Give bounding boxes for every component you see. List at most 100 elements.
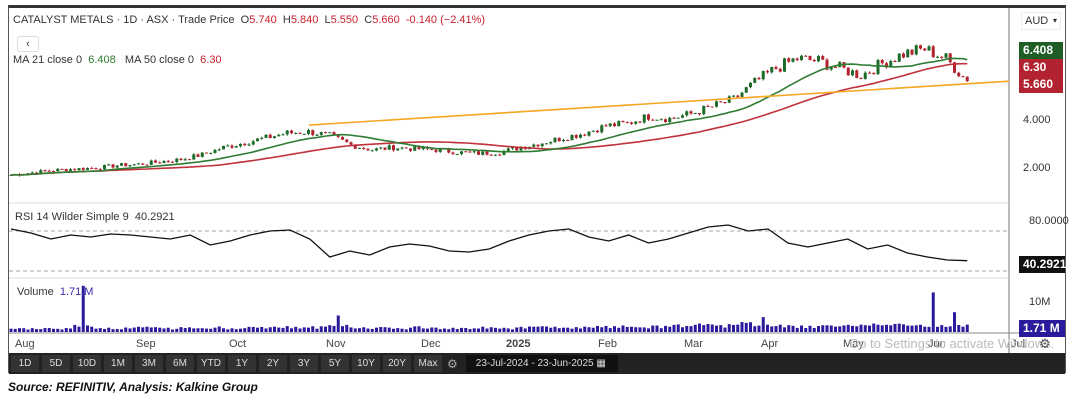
range-button-10y[interactable]: 10Y (352, 355, 380, 372)
range-button-3m[interactable]: 3M (135, 355, 163, 372)
volume-bar (880, 325, 884, 332)
candle-body (587, 131, 591, 136)
range-button-max[interactable]: Max (414, 355, 442, 372)
range-button-10d[interactable]: 10D (73, 355, 101, 372)
candle-body (608, 123, 612, 127)
date-range-picker[interactable]: 23-Jul-2024 - 23-Jun-2025 ▦ (465, 355, 618, 372)
volume-bar (944, 326, 948, 332)
candle-body (345, 139, 349, 143)
candle-body (621, 121, 625, 123)
candle-body (817, 56, 820, 62)
rsi-legend: RSI 14 Wilder Simple 9 40.2921 (15, 211, 175, 223)
candle-body (460, 151, 463, 155)
volume-bar (562, 327, 565, 332)
candle-body (149, 160, 153, 165)
candle-body (73, 169, 77, 171)
candle-body (324, 132, 327, 134)
volume-bar (69, 328, 72, 332)
candle-body (222, 145, 225, 150)
volume-bar (417, 326, 421, 332)
volume-bar (732, 324, 735, 332)
candle-body (787, 58, 791, 62)
candle-body (651, 119, 655, 121)
candle-body (273, 136, 276, 139)
candle-body (863, 72, 867, 79)
candle-body (689, 111, 693, 114)
range-settings-icon[interactable]: ⚙ (447, 357, 458, 371)
month-label: Feb (598, 338, 617, 350)
volume-bar (145, 326, 149, 332)
volume-bar (965, 324, 969, 332)
month-label: Mar (684, 338, 703, 350)
volume-legend: Volume 1.71 M (17, 286, 93, 298)
range-button-2y[interactable]: 2Y (259, 355, 287, 372)
candle-body (166, 161, 170, 163)
volume-bar (213, 327, 217, 332)
range-button-20y[interactable]: 20Y (383, 355, 411, 372)
volume-bar (851, 325, 854, 332)
rsi-value: 40.2921 (134, 211, 175, 223)
candle-body (349, 142, 353, 145)
candle-body (774, 67, 778, 69)
volume-bar (353, 328, 357, 332)
range-button-3y[interactable]: 3Y (290, 355, 318, 372)
settings-icon[interactable]: ⚙ (1039, 336, 1051, 352)
volume-bar (579, 328, 582, 332)
candle-body (132, 164, 136, 166)
volume-bar (795, 327, 799, 332)
volume-bar (111, 329, 115, 332)
candle-body (472, 151, 476, 153)
volume-bar (362, 327, 366, 332)
candle-body (770, 67, 774, 73)
volume-bar (570, 328, 574, 332)
range-button-5d[interactable]: 5D (42, 355, 70, 372)
volume-bar (515, 327, 519, 332)
range-button-6m[interactable]: 6M (166, 355, 194, 372)
candle-body (753, 77, 757, 83)
candle-body (392, 145, 395, 151)
volume-bar (132, 327, 136, 332)
volume-bar (927, 326, 931, 332)
volume-bar (43, 328, 47, 332)
chart-canvas[interactable] (9, 8, 1065, 353)
candle-body (757, 77, 761, 80)
volume-bar (375, 327, 378, 332)
volume-bar (260, 326, 264, 332)
candle-body (532, 144, 536, 147)
candle-body (188, 159, 191, 161)
volume-bar (434, 327, 438, 332)
volume-bar (137, 326, 140, 332)
volume-bar (243, 328, 247, 332)
volume-bar (73, 324, 77, 332)
candle-body (251, 141, 255, 145)
volume-bar (702, 325, 706, 332)
volume-bar (171, 329, 174, 332)
candle-body (723, 102, 727, 104)
range-button-5y[interactable]: 5Y (321, 355, 349, 372)
candle-body (668, 117, 672, 122)
volume-bar (766, 324, 769, 332)
candle-body (120, 163, 123, 166)
volume-bar (158, 327, 162, 332)
range-button-1m[interactable]: 1M (104, 355, 132, 372)
range-button-1y[interactable]: 1Y (228, 355, 256, 372)
range-button-1d[interactable]: 1D (11, 355, 39, 372)
chart-window: CATALYST METALS · 1D · ASX · Trade Price… (8, 5, 1069, 374)
candle-body (370, 150, 374, 152)
candle-body (940, 56, 944, 58)
volume-bar (22, 328, 26, 332)
volume-bar (664, 325, 667, 332)
candle-body (341, 136, 344, 140)
candle-body (630, 122, 633, 124)
volume-bar (383, 327, 387, 332)
volume-bar (205, 328, 208, 332)
range-button-ytd[interactable]: YTD (197, 355, 225, 372)
candle-body (179, 158, 183, 161)
volume-bar (489, 327, 493, 332)
currency-select[interactable]: AUD ▾ (1021, 12, 1061, 30)
candle-body (162, 161, 166, 164)
candle-body (540, 143, 544, 147)
candle-body (710, 106, 714, 108)
candle-body (494, 154, 497, 156)
candle-body (379, 147, 383, 149)
